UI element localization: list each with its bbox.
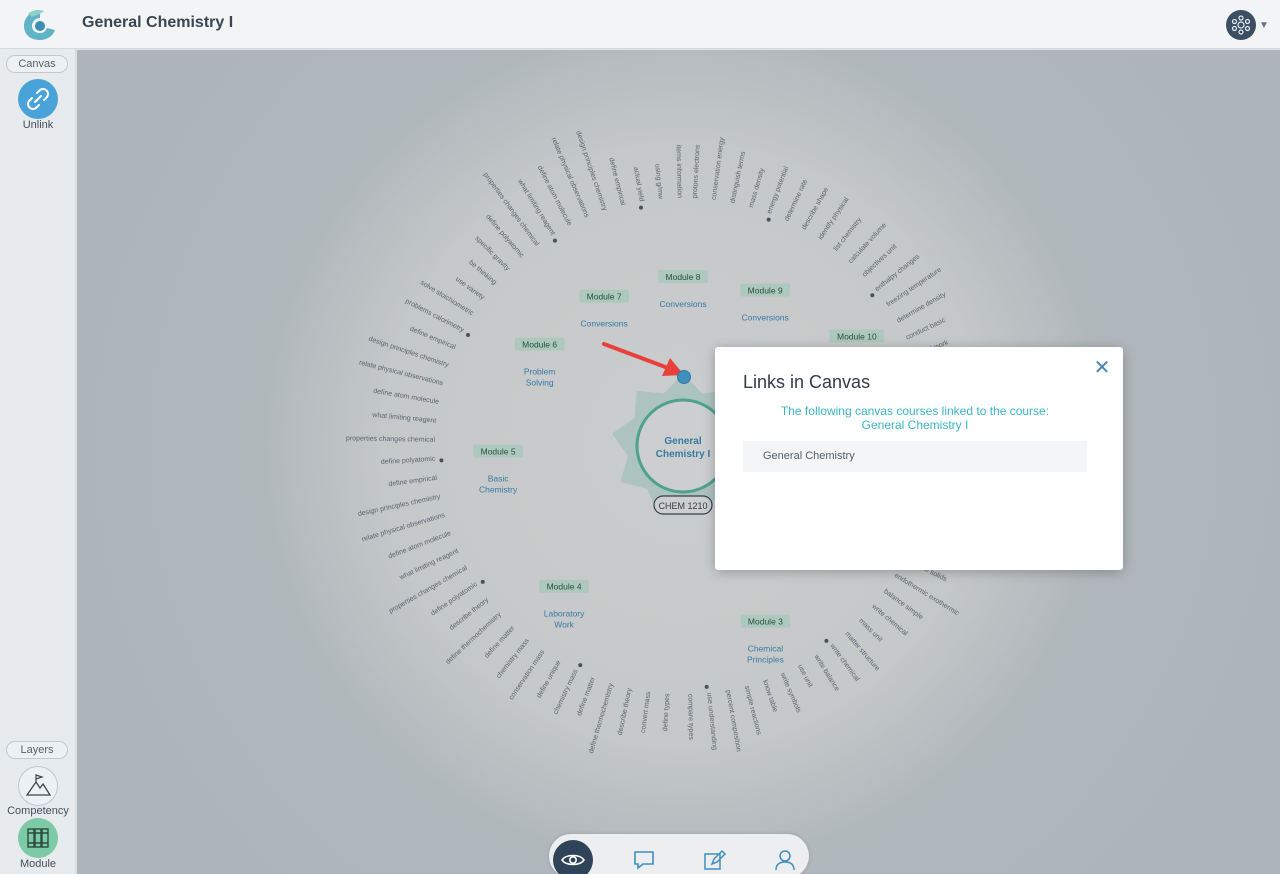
page-title: General Chemistry I [82,14,234,31]
dialog-message-line: The following canvas courses linked to t… [780,404,1050,418]
close-icon[interactable]: ✕ [1093,358,1111,378]
edit-button[interactable] [694,840,734,874]
unlink-button[interactable] [18,79,58,119]
users-button[interactable] [764,840,804,874]
mountain-flag-icon [25,774,52,796]
app-header: General Chemistry I ▼ [0,0,1280,49]
eye-icon [561,854,585,866]
dialog-course-name: General Chemistry I [861,418,969,432]
books-icon [27,828,49,848]
links-in-canvas-dialog: Links in Canvas ✕ The following canvas c… [715,347,1123,570]
comment-icon [634,851,654,870]
avatar-icon [1231,15,1251,35]
module-label: Module [19,858,57,870]
view-button[interactable] [553,840,593,874]
competency-layer-button[interactable] [18,766,58,806]
edit-icon [704,849,727,870]
bottom-toolbar [549,834,809,874]
canvas-link-indicator[interactable] [677,370,691,384]
left-sidebar: Canvas Unlink Layers Competency Module [0,49,76,874]
link-icon [27,88,49,110]
unlink-label: Unlink [22,119,54,131]
users-icon [775,850,795,871]
layers-section-label: Layers [6,741,68,759]
app-logo[interactable] [22,8,58,42]
canvas-section-label: Canvas [6,55,68,73]
avatar[interactable] [1226,10,1256,40]
chevron-down-icon[interactable]: ▼ [1259,20,1269,31]
comments-button[interactable] [624,840,664,874]
dialog-title: Links in Canvas [743,372,871,392]
module-layer-button[interactable] [18,818,58,858]
competency-label: Competency [7,805,69,817]
dialog-message: The following canvas courses linked to t… [743,404,1087,432]
user-menu[interactable]: ▼ [1226,10,1270,40]
linked-course-item[interactable]: General Chemistry [743,441,1087,472]
